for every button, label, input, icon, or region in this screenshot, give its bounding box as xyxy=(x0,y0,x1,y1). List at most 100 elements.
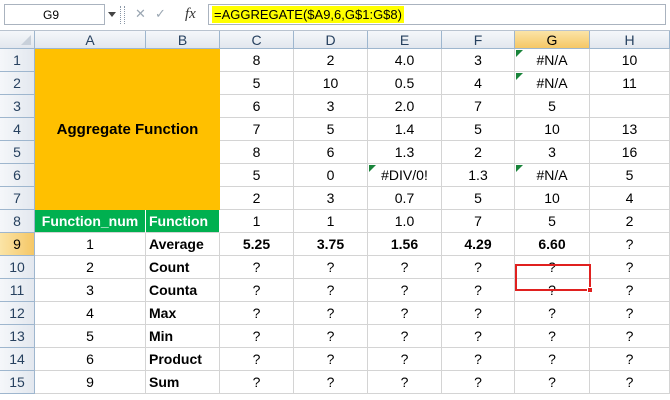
data-cell[interactable]: 10 xyxy=(590,49,670,72)
column-header-b[interactable]: B xyxy=(146,31,220,49)
function-num-cell[interactable]: 9 xyxy=(35,371,146,394)
result-cell[interactable]: ? xyxy=(294,302,368,325)
data-cell[interactable]: 13 xyxy=(590,118,670,141)
function-name-cell[interactable]: Max xyxy=(146,302,220,325)
data-cell[interactable]: 3 xyxy=(515,141,590,164)
data-cell[interactable]: 4 xyxy=(442,72,515,95)
result-cell[interactable]: ? xyxy=(590,233,670,256)
cancel-icon[interactable]: ✕ xyxy=(135,7,146,21)
row-header-9[interactable]: 9 xyxy=(0,233,35,256)
data-cell[interactable]: 0 xyxy=(294,164,368,187)
data-cell[interactable]: 8 xyxy=(220,49,294,72)
data-cell[interactable]: 3 xyxy=(294,187,368,210)
result-cell[interactable]: ? xyxy=(368,325,442,348)
result-cell[interactable]: ? xyxy=(368,256,442,279)
function-num-cell[interactable]: 5 xyxy=(35,325,146,348)
row-header-5[interactable]: 5 xyxy=(0,141,35,164)
data-cell[interactable]: 3 xyxy=(294,95,368,118)
row-header-8[interactable]: 8 xyxy=(0,210,35,233)
result-cell[interactable]: ? xyxy=(442,302,515,325)
result-cell[interactable]: ? xyxy=(220,256,294,279)
data-cell[interactable]: #DIV/0! xyxy=(368,164,442,187)
result-cell[interactable]: ? xyxy=(294,256,368,279)
function-name-cell[interactable]: Min xyxy=(146,325,220,348)
result-cell[interactable]: ? xyxy=(442,325,515,348)
data-cell[interactable]: 7 xyxy=(220,118,294,141)
aggregate-title-merged-cell[interactable]: Aggregate Function xyxy=(35,49,220,210)
result-cell[interactable]: ? xyxy=(368,302,442,325)
data-cell[interactable]: #N/A xyxy=(515,72,590,95)
column-header-a[interactable]: A xyxy=(35,31,146,49)
function-name-cell[interactable]: Average xyxy=(146,233,220,256)
result-cell[interactable]: ? xyxy=(294,279,368,302)
result-cell[interactable]: ? xyxy=(442,371,515,394)
data-cell[interactable]: 5 xyxy=(220,72,294,95)
data-cell[interactable]: 2 xyxy=(220,187,294,210)
data-cell[interactable]: 11 xyxy=(590,72,670,95)
data-cell[interactable]: 5 xyxy=(220,164,294,187)
function-header[interactable]: Function xyxy=(146,210,220,233)
row-header-7[interactable]: 7 xyxy=(0,187,35,210)
data-cell[interactable]: 5 xyxy=(294,118,368,141)
data-cell[interactable]: 2 xyxy=(590,210,670,233)
result-cell[interactable]: ? xyxy=(368,279,442,302)
result-cell[interactable]: ? xyxy=(515,279,590,302)
result-cell[interactable]: ? xyxy=(515,302,590,325)
data-cell[interactable]: 1.0 xyxy=(368,210,442,233)
result-cell[interactable]: ? xyxy=(590,279,670,302)
data-cell[interactable]: #N/A xyxy=(515,49,590,72)
result-cell[interactable]: ? xyxy=(294,371,368,394)
data-cell[interactable]: 1 xyxy=(220,210,294,233)
name-box-dropdown-icon[interactable] xyxy=(108,12,116,17)
data-cell[interactable]: 5 xyxy=(515,95,590,118)
function-num-cell[interactable]: 6 xyxy=(35,348,146,371)
result-cell[interactable]: ? xyxy=(515,371,590,394)
result-cell[interactable]: ? xyxy=(368,348,442,371)
result-cell[interactable]: ? xyxy=(442,279,515,302)
formula-bar-grip-icon[interactable] xyxy=(120,6,125,24)
result-cell[interactable]: 1.56 xyxy=(368,233,442,256)
function-num-cell[interactable]: 1 xyxy=(35,233,146,256)
result-cell[interactable]: 4.29 xyxy=(442,233,515,256)
column-header-f[interactable]: F xyxy=(442,31,515,49)
result-cell[interactable]: 3.75 xyxy=(294,233,368,256)
data-cell[interactable]: 1.4 xyxy=(368,118,442,141)
row-header-14[interactable]: 14 xyxy=(0,348,35,371)
row-header-13[interactable]: 13 xyxy=(0,325,35,348)
function-num-cell[interactable]: 2 xyxy=(35,256,146,279)
function-name-cell[interactable]: Count xyxy=(146,256,220,279)
row-header-3[interactable]: 3 xyxy=(0,95,35,118)
function-num-cell[interactable]: 3 xyxy=(35,279,146,302)
function-num-cell[interactable]: 4 xyxy=(35,302,146,325)
row-header-6[interactable]: 6 xyxy=(0,164,35,187)
data-cell[interactable]: 5 xyxy=(442,187,515,210)
data-cell[interactable]: 8 xyxy=(220,141,294,164)
data-cell[interactable]: 1.3 xyxy=(442,164,515,187)
data-cell[interactable]: 5 xyxy=(442,118,515,141)
result-cell[interactable]: ? xyxy=(220,371,294,394)
data-cell[interactable]: 6 xyxy=(220,95,294,118)
result-cell[interactable]: 5.25 xyxy=(220,233,294,256)
row-header-4[interactable]: 4 xyxy=(0,118,35,141)
formula-input[interactable]: =AGGREGATE($A9,6,G$1:G$8) xyxy=(208,4,666,25)
result-cell[interactable]: ? xyxy=(442,256,515,279)
data-cell[interactable]: 3 xyxy=(442,49,515,72)
data-cell[interactable]: 7 xyxy=(442,95,515,118)
data-cell[interactable]: 10 xyxy=(515,187,590,210)
enter-icon[interactable]: ✓ xyxy=(155,7,166,21)
result-cell[interactable]: 6.60 xyxy=(515,233,590,256)
result-cell[interactable]: ? xyxy=(590,325,670,348)
column-header-d[interactable]: D xyxy=(294,31,368,49)
insert-function-icon[interactable]: fx xyxy=(185,6,196,23)
result-cell[interactable]: ? xyxy=(442,348,515,371)
data-cell[interactable]: 4.0 xyxy=(368,49,442,72)
data-cell[interactable]: 6 xyxy=(294,141,368,164)
data-cell[interactable]: 16 xyxy=(590,141,670,164)
function-name-cell[interactable]: Sum xyxy=(146,371,220,394)
row-header-1[interactable]: 1 xyxy=(0,49,35,72)
column-header-e[interactable]: E xyxy=(368,31,442,49)
data-cell[interactable]: 2.0 xyxy=(368,95,442,118)
column-header-c[interactable]: C xyxy=(220,31,294,49)
result-cell[interactable]: ? xyxy=(220,302,294,325)
select-all-corner[interactable] xyxy=(0,31,35,49)
